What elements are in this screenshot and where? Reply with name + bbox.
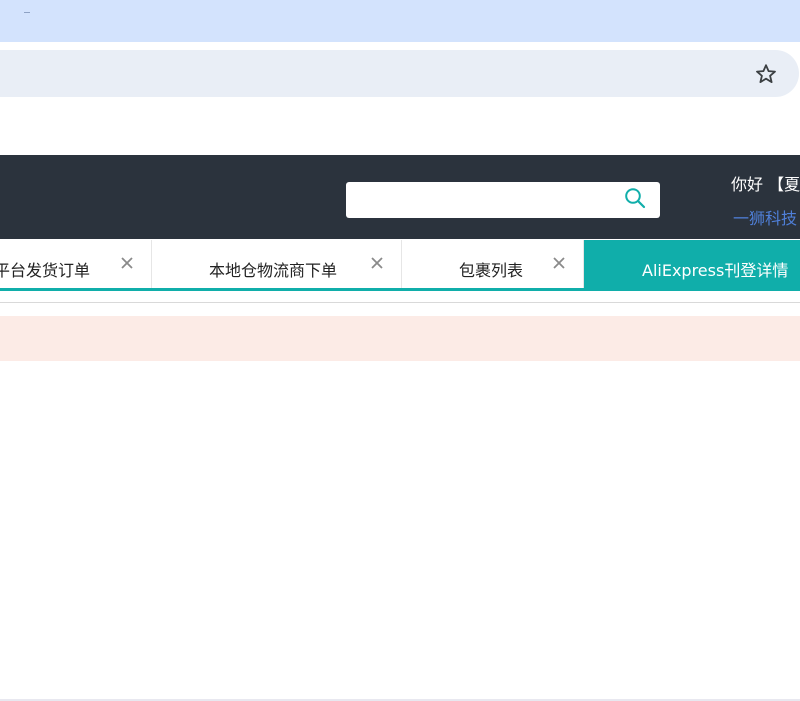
tab-strip-mark	[24, 12, 30, 13]
tab-package-list[interactable]: 包裹列表	[402, 240, 584, 291]
tab-label: 包裹列表	[459, 261, 524, 280]
company-link[interactable]: 一狮科技	[733, 205, 797, 229]
tab-label: 本地仓物流商下单	[209, 261, 338, 280]
search-box	[346, 182, 660, 218]
tab-local-warehouse-order[interactable]: 本地仓物流商下单	[152, 240, 402, 291]
tab-label: AliExpress刊登详情	[642, 261, 789, 280]
close-icon[interactable]	[550, 254, 568, 272]
notice-bar	[0, 316, 800, 361]
close-icon[interactable]	[118, 254, 136, 272]
browser-tab-strip	[0, 0, 800, 42]
search-input[interactable]	[354, 186, 614, 214]
star-icon[interactable]	[754, 62, 778, 86]
close-icon[interactable]	[368, 254, 386, 272]
tab-aliexpress-listing-detail[interactable]: AliExpress刊登详情	[584, 240, 800, 291]
address-bar[interactable]	[0, 50, 799, 97]
search-icon[interactable]	[624, 187, 646, 209]
user-greeting: 你好 【夏	[731, 175, 800, 194]
tab-label: 平台发货订单	[0, 261, 91, 280]
divider	[0, 302, 800, 303]
tab-active-underline	[0, 288, 584, 291]
tab-platform-orders[interactable]: 平台发货订单	[0, 240, 152, 291]
